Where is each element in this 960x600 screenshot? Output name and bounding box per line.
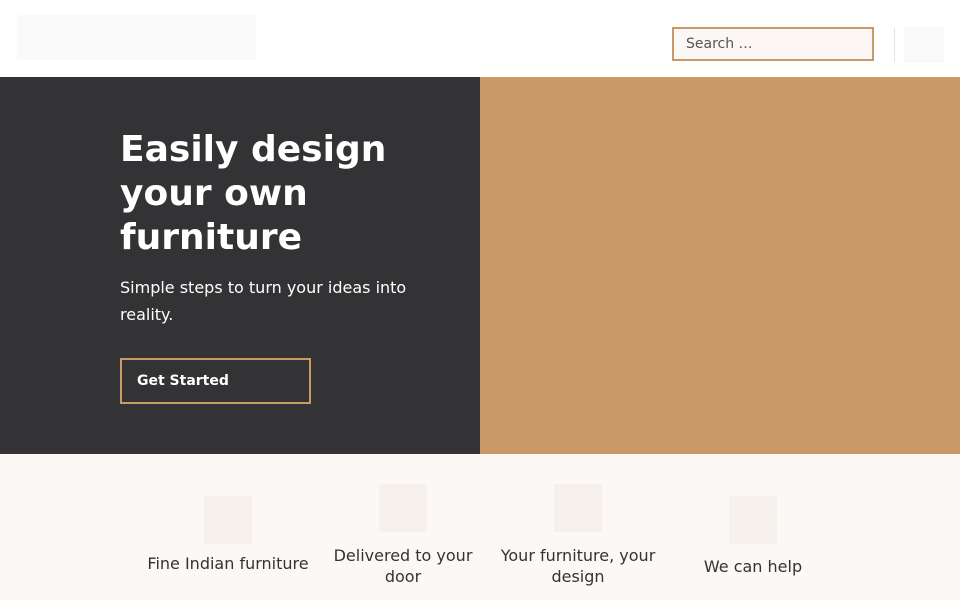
design-icon <box>554 484 602 532</box>
furniture-icon <box>204 496 252 544</box>
hero-subtitle: Simple steps to turn your ideas into rea… <box>120 278 407 324</box>
hero-title: Easily design your own furniture <box>120 129 387 258</box>
delivery-icon <box>379 484 427 532</box>
feature-label: Your furniture, your design <box>500 546 656 586</box>
site-header <box>0 0 960 77</box>
features-strip: Fine Indian furniture Delivered to your … <box>0 454 960 600</box>
get-started-button[interactable]: Get Started <box>120 358 311 404</box>
site-logo[interactable] <box>17 15 256 60</box>
menu-button[interactable] <box>904 27 944 63</box>
header-divider <box>894 28 895 62</box>
search-box[interactable] <box>672 27 874 61</box>
feature-label: Fine Indian furniture <box>147 554 309 573</box>
help-icon <box>729 496 777 544</box>
feature-label: Delivered to your door <box>333 546 473 586</box>
feature-label: We can help <box>703 557 803 576</box>
hero-image <box>480 77 960 454</box>
search-input[interactable] <box>674 29 872 59</box>
